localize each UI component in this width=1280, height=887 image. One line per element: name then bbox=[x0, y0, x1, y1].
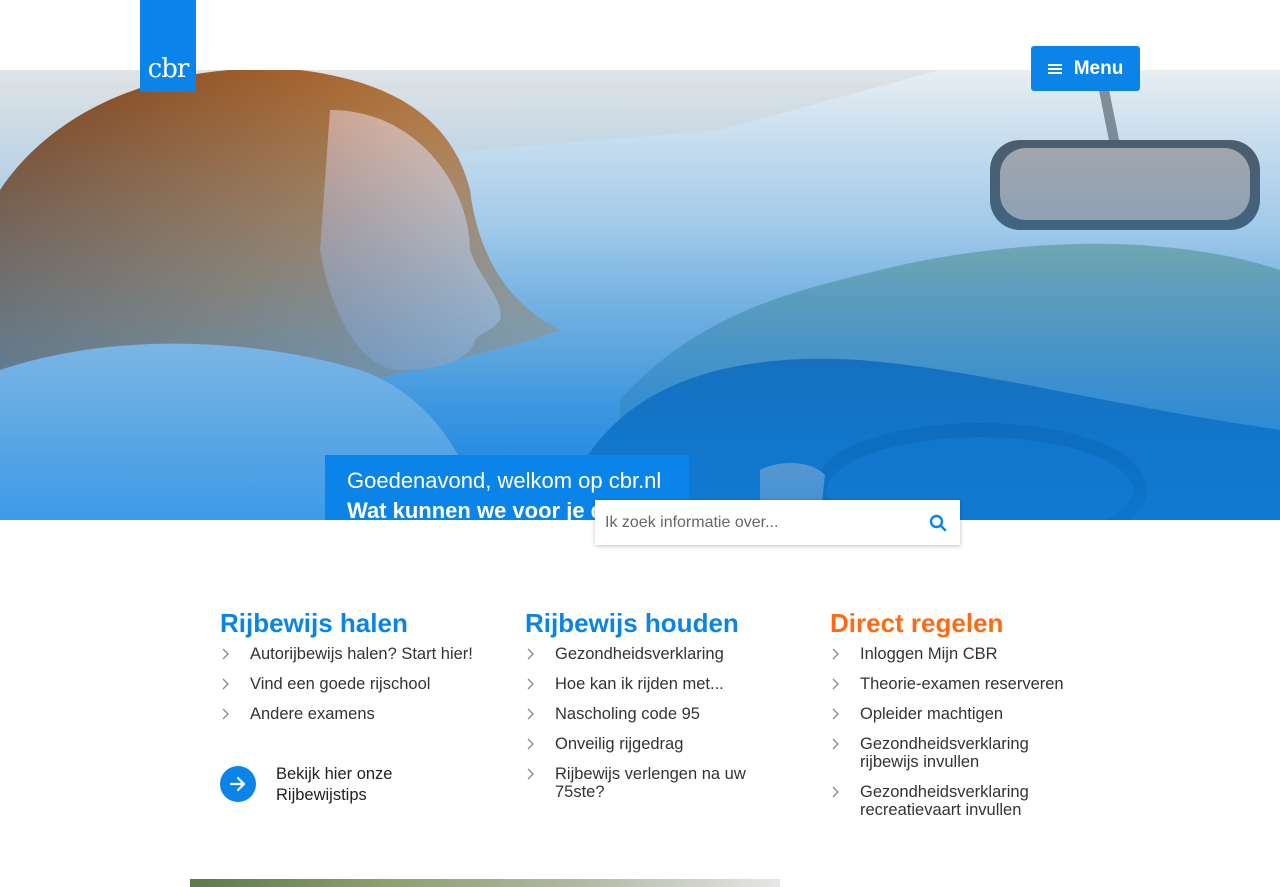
column-rijbewijs-houden: Rijbewijs houden Gezondheidsverklaring H… bbox=[525, 605, 805, 813]
link-item[interactable]: Andere examens bbox=[220, 705, 500, 723]
menu-label: Menu bbox=[1073, 57, 1124, 79]
link-item[interactable]: Hoe kan ik rijden met... bbox=[525, 675, 805, 693]
chevron-right-icon bbox=[527, 768, 534, 780]
menu-button[interactable]: Menu bbox=[1031, 46, 1140, 91]
link-item[interactable]: Gezondheidsverklaring bbox=[525, 645, 805, 663]
column-title: Direct regelen bbox=[830, 608, 1004, 638]
link-list: Autorijbewijs halen? Start hier! Vind ee… bbox=[220, 645, 500, 723]
link-item[interactable]: Rijbewijs verlengen na uw 75ste? bbox=[525, 765, 775, 801]
chevron-right-icon bbox=[222, 708, 229, 720]
teaser-image bbox=[190, 879, 780, 887]
link-item[interactable]: Opleider machtigen bbox=[830, 705, 1110, 723]
chevron-right-icon bbox=[527, 648, 534, 660]
link-item[interactable]: Gezondheidsverklaring recreatievaart inv… bbox=[830, 783, 1060, 819]
cbr-logo[interactable]: cbr bbox=[140, 0, 196, 92]
chevron-right-icon bbox=[832, 738, 839, 750]
column-direct-regelen: Direct regelen Inloggen Mijn CBR Theorie… bbox=[830, 605, 1110, 831]
link-label: Theorie-examen reserveren bbox=[860, 675, 1064, 693]
search-icon bbox=[929, 514, 947, 531]
chevron-right-icon bbox=[222, 678, 229, 690]
arrow-right-icon bbox=[220, 766, 256, 802]
link-item[interactable]: Autorijbewijs halen? Start hier! bbox=[220, 645, 500, 663]
tips-label: Bekijk hier onze Rijbewijstips bbox=[276, 765, 393, 804]
welcome-greeting: Goedenavond, welkom op cbr.nl bbox=[347, 468, 662, 493]
rijbewijstips-link[interactable]: Bekijk hier onze Rijbewijstips bbox=[220, 764, 426, 806]
search-button[interactable] bbox=[916, 500, 960, 545]
search-box bbox=[595, 500, 960, 545]
link-item[interactable]: Nascholing code 95 bbox=[525, 705, 805, 723]
logo-text: cbr bbox=[147, 54, 190, 84]
link-label: Nascholing code 95 bbox=[555, 705, 700, 723]
chevron-right-icon bbox=[527, 738, 534, 750]
hamburger-icon bbox=[1047, 63, 1062, 75]
chevron-right-icon bbox=[832, 648, 839, 660]
column-rijbewijs-halen: Rijbewijs halen Autorijbewijs halen? Sta… bbox=[220, 605, 500, 735]
link-label: Gezondheidsverklaring recreatievaart inv… bbox=[860, 783, 1029, 819]
link-list: Gezondheidsverklaring Hoe kan ik rijden … bbox=[525, 645, 805, 801]
link-label: Andere examens bbox=[250, 705, 375, 723]
hero-image: Goedenavond, welkom op cbr.nl Wat kunnen… bbox=[0, 70, 1280, 520]
link-label: Autorijbewijs halen? Start hier! bbox=[250, 645, 473, 663]
column-title: Rijbewijs houden bbox=[525, 608, 739, 638]
hero-illustration bbox=[0, 70, 1280, 520]
link-label: Opleider machtigen bbox=[860, 705, 1004, 723]
link-item[interactable]: Onveilig rijgedrag bbox=[525, 735, 805, 753]
link-list: Inloggen Mijn CBR Theorie-examen reserve… bbox=[830, 645, 1110, 819]
link-label: Onveilig rijgedrag bbox=[555, 735, 684, 753]
link-item[interactable]: Vind een goede rijschool bbox=[220, 675, 500, 693]
chevron-right-icon bbox=[832, 678, 839, 690]
chevron-right-icon bbox=[832, 708, 839, 720]
link-item[interactable]: Theorie-examen reserveren bbox=[830, 675, 1110, 693]
link-label: Gezondheidsverklaring bbox=[555, 645, 724, 663]
link-label: Gezondheidsverklaring rijbewijs invullen bbox=[860, 735, 1029, 771]
column-title: Rijbewijs halen bbox=[220, 608, 408, 638]
link-label: Inloggen Mijn CBR bbox=[860, 645, 998, 663]
link-label: Vind een goede rijschool bbox=[250, 675, 431, 693]
link-item[interactable]: Gezondheidsverklaring rijbewijs invullen bbox=[830, 735, 1060, 771]
chevron-right-icon bbox=[832, 786, 839, 798]
link-label: Rijbewijs verlengen na uw 75ste? bbox=[555, 765, 746, 801]
chevron-right-icon bbox=[527, 708, 534, 720]
chevron-right-icon bbox=[222, 648, 229, 660]
link-item[interactable]: Inloggen Mijn CBR bbox=[830, 645, 1110, 663]
chevron-right-icon bbox=[527, 678, 534, 690]
search-input[interactable] bbox=[595, 500, 916, 545]
link-label: Hoe kan ik rijden met... bbox=[555, 675, 724, 693]
